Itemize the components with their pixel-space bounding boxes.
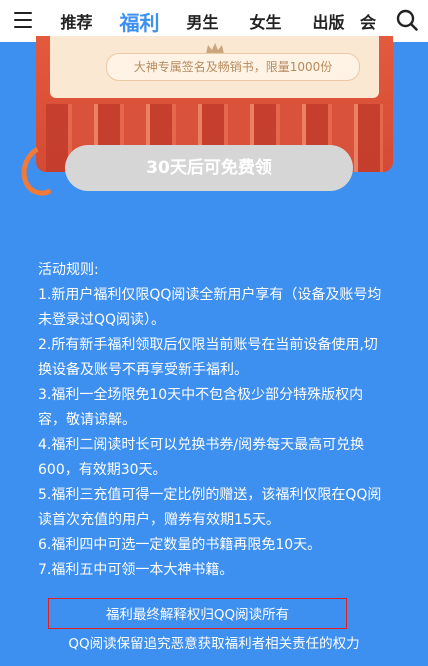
tab-member[interactable]: 会 bbox=[360, 9, 380, 33]
rule-item: 2.所有新手福利领取后仅限当前账号在当前设备使用,切换设备及账号不再享受新手福利… bbox=[38, 337, 378, 378]
activity-rules: 活动规则: 1.新用户福利仅限QQ阅读全新用户享有（设备及账号均未登录过QQ阅读… bbox=[38, 258, 388, 583]
perk-banner: 大神专属签名及畅销书，限量1000份 bbox=[106, 53, 360, 81]
tab-recommend[interactable]: 推荐 bbox=[45, 9, 108, 33]
rule-item: 1.新用户福利仅限QQ阅读全新用户享有（设备及账号均未登录过QQ阅读）。 bbox=[38, 287, 382, 328]
rights-notice: QQ阅读保留追究恶意获取福利者相关责任的权力 bbox=[68, 636, 360, 652]
interpretation-notice: 福利最终解释权归QQ阅读所有 bbox=[105, 607, 290, 623]
menu-icon[interactable] bbox=[14, 12, 32, 28]
tab-male[interactable]: 男生 bbox=[171, 9, 234, 33]
rule-item: 6.福利四中可选一定数量的书籍再限免10天。 bbox=[38, 537, 322, 553]
tab-publishing[interactable]: 出版 bbox=[297, 9, 360, 33]
search-icon[interactable] bbox=[396, 9, 418, 31]
tab-welfare[interactable]: 福利 bbox=[108, 7, 171, 42]
rule-item: 7.福利五中可领一本大神书籍。 bbox=[38, 562, 234, 578]
rule-item: 5.福利三充值可得一定比例的赠送，该福利仅限在QQ阅读首次充值的用户，赠券有效期… bbox=[38, 487, 382, 528]
card-header: 大神专属签名及畅销书，限量1000份 bbox=[50, 36, 379, 98]
rule-item: 4.福利二阅读时长可以兑换书券/阅券每天最高可兑换600，有效期30天。 bbox=[38, 437, 365, 478]
rule-item: 3.福利一全场限免10天中不包含极少部分特殊版权内容，敬请谅解。 bbox=[38, 387, 364, 428]
claim-button[interactable]: 30天后可免费领 bbox=[65, 145, 353, 191]
tab-female[interactable]: 女生 bbox=[234, 9, 297, 33]
rules-title: 活动规则: bbox=[38, 262, 99, 278]
